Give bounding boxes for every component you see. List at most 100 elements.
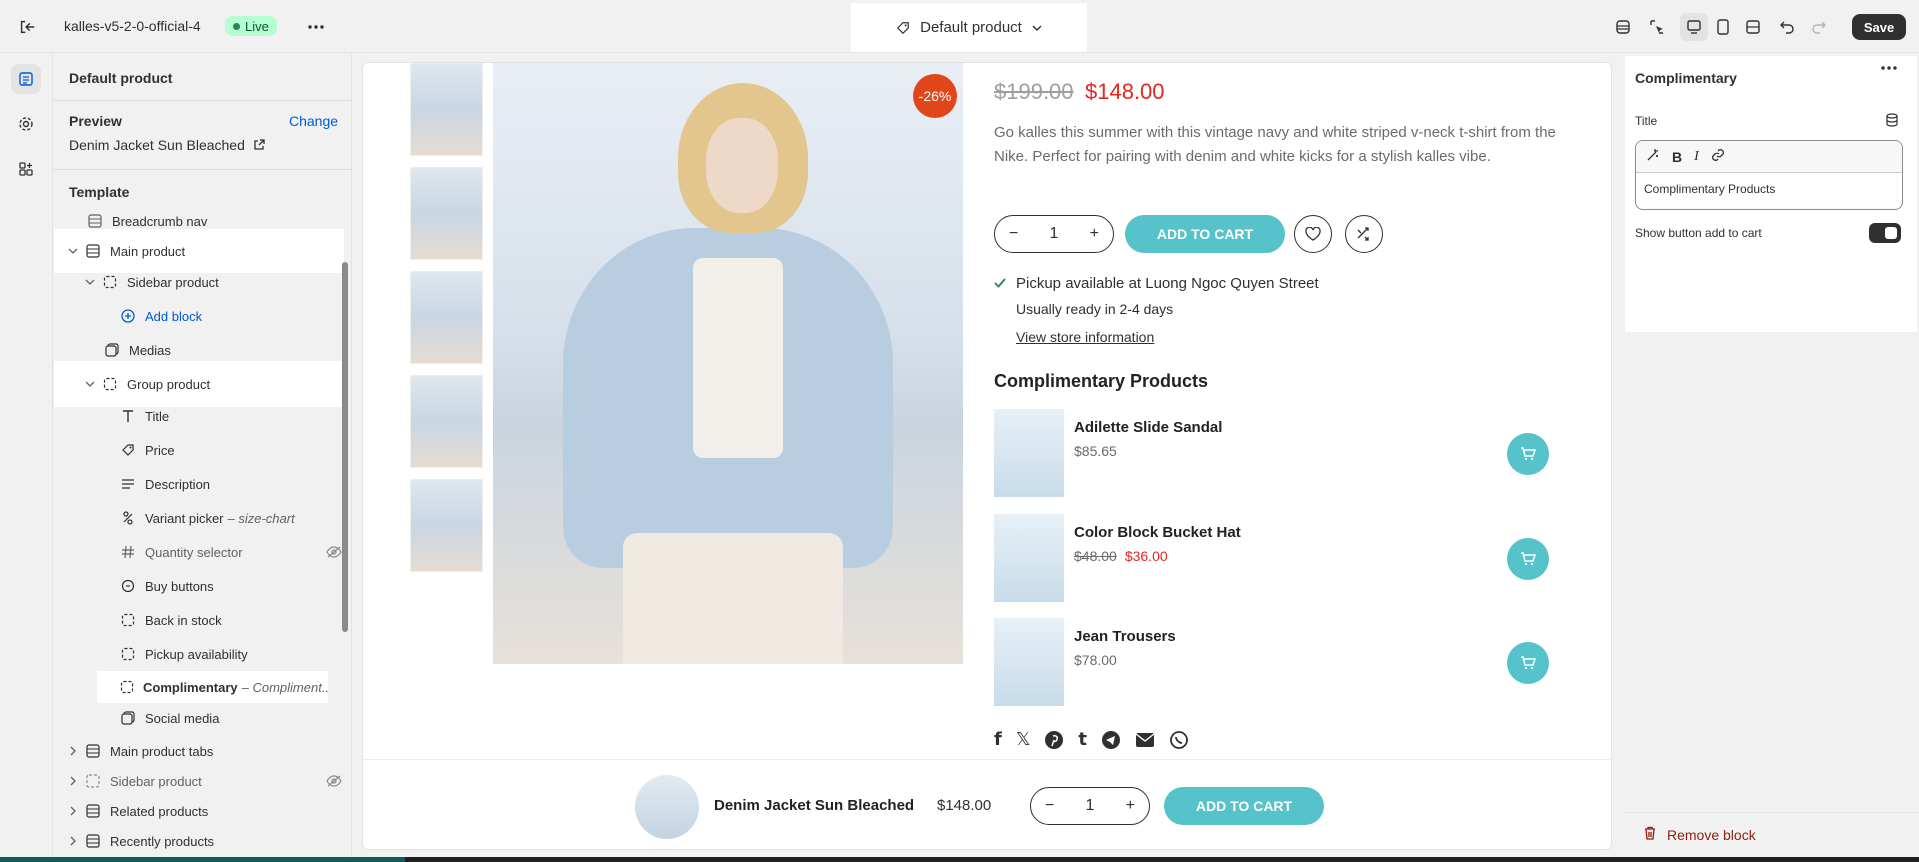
plus-icon[interactable]: + xyxy=(1126,797,1135,815)
chevron-right-icon[interactable] xyxy=(67,836,79,846)
email-icon[interactable] xyxy=(1135,732,1155,748)
product-name[interactable]: Adilette Slide Sandal xyxy=(1074,419,1222,436)
pinterest-icon[interactable] xyxy=(1044,730,1064,750)
hidden-eye-icon[interactable] xyxy=(326,775,342,787)
compare-shuffle-icon[interactable] xyxy=(1345,215,1383,253)
mobile-view-icon[interactable] xyxy=(1712,16,1734,38)
magic-format-icon[interactable] xyxy=(1646,148,1660,165)
buy-button-icon xyxy=(120,578,136,594)
chevron-down-icon[interactable] xyxy=(84,279,96,285)
exit-icon[interactable] xyxy=(16,16,38,38)
chevron-down-icon[interactable] xyxy=(67,248,79,254)
sidebar-scrollbar[interactable] xyxy=(342,262,348,632)
sticky-add-to-cart-button[interactable]: ADD TO CART xyxy=(1164,787,1324,825)
tree-item-medias[interactable]: Medias xyxy=(104,337,171,363)
bold-icon[interactable]: B xyxy=(1672,149,1682,165)
tree-item-price[interactable]: Price xyxy=(120,437,175,463)
quantity-value[interactable]: 1 xyxy=(1086,797,1095,815)
dynamic-source-icon[interactable] xyxy=(1885,113,1899,127)
tree-item-back-in-stock[interactable]: Back in stock xyxy=(120,607,222,633)
complimentary-item[interactable]: Jean Trousers $78.00 xyxy=(994,618,1594,708)
product-name[interactable]: Jean Trousers xyxy=(1074,628,1176,645)
tree-item-related-products[interactable]: Related products xyxy=(67,798,208,824)
tree-item-social-media[interactable]: Social media xyxy=(120,705,219,731)
tree-item-recently-products[interactable]: Recently products xyxy=(67,828,214,854)
tree-item-group-product[interactable]: Group product xyxy=(54,361,342,407)
product-price: $48.00 $36.00 xyxy=(1074,548,1168,564)
chevron-down-icon[interactable] xyxy=(84,381,96,387)
show-add-to-cart-toggle[interactable] xyxy=(1869,223,1901,243)
plus-icon[interactable]: + xyxy=(1090,225,1099,243)
tree-item-sidebar-product[interactable]: Sidebar product xyxy=(84,269,219,295)
preview-product[interactable]: Denim Jacket Sun Bleached xyxy=(69,137,265,153)
bottom-strip-accent xyxy=(0,857,405,862)
section-icon xyxy=(85,743,101,759)
chevron-right-icon[interactable] xyxy=(67,776,79,786)
thumbnail[interactable] xyxy=(410,63,483,156)
title-field-label: Title xyxy=(1635,114,1658,128)
tree-item-variant-picker[interactable]: Variant picker – size-chart xyxy=(120,505,295,531)
settings-gear-icon[interactable] xyxy=(11,109,41,139)
link-icon[interactable] xyxy=(1711,148,1725,165)
desktop-view-icon[interactable] xyxy=(1680,13,1708,41)
facebook-icon[interactable]: f xyxy=(994,729,1002,750)
product-name[interactable]: Color Block Bucket Hat xyxy=(1074,524,1241,541)
product-thumbnail[interactable] xyxy=(994,514,1064,602)
undo-icon[interactable] xyxy=(1776,16,1798,38)
chevron-right-icon[interactable] xyxy=(67,806,79,816)
apps-icon[interactable] xyxy=(11,154,41,184)
thumbnail[interactable] xyxy=(410,375,483,468)
tree-item-main-product-tabs[interactable]: Main product tabs xyxy=(67,738,213,764)
tree-item-title[interactable]: Title xyxy=(120,403,169,429)
add-to-cart-icon[interactable] xyxy=(1507,642,1549,684)
thumbnail[interactable] xyxy=(410,271,483,364)
more-icon[interactable] xyxy=(304,15,328,39)
database-icon[interactable] xyxy=(1612,16,1634,38)
add-block-button[interactable]: Add block xyxy=(120,303,202,329)
fullscreen-icon[interactable] xyxy=(1742,16,1764,38)
inspector-icon[interactable] xyxy=(1646,16,1668,38)
add-to-cart-icon[interactable] xyxy=(1507,538,1549,580)
thumbnail[interactable] xyxy=(410,167,483,260)
save-button[interactable]: Save xyxy=(1852,14,1906,40)
tumblr-icon[interactable]: t xyxy=(1078,729,1087,750)
title-input[interactable]: Complimentary Products xyxy=(1636,173,1902,205)
add-to-cart-button[interactable]: ADD TO CART xyxy=(1125,215,1285,253)
x-twitter-icon[interactable]: 𝕏 xyxy=(1016,729,1031,750)
store-info-link[interactable]: View store information xyxy=(1016,329,1154,345)
product-thumbnail[interactable] xyxy=(994,618,1064,706)
tree-item-main-product[interactable]: Main product xyxy=(54,229,344,273)
more-icon[interactable] xyxy=(1881,66,1897,70)
main-product-image[interactable] xyxy=(493,63,963,664)
complimentary-products-block[interactable]: Complimentary Products Adilette Slide Sa… xyxy=(966,359,1596,727)
tree-label: Quantity selector xyxy=(145,544,243,560)
redo-icon[interactable] xyxy=(1808,16,1830,38)
wishlist-heart-icon[interactable] xyxy=(1294,215,1332,253)
sections-icon[interactable] xyxy=(11,64,41,94)
change-link[interactable]: Change xyxy=(289,113,338,129)
complimentary-item[interactable]: Color Block Bucket Hat $48.00 $36.00 xyxy=(994,514,1594,604)
italic-icon[interactable]: I xyxy=(1694,149,1699,165)
tree-item-pickup-availability[interactable]: Pickup availability xyxy=(120,641,248,667)
remove-block-button[interactable]: Remove block xyxy=(1643,826,1756,843)
chevron-right-icon[interactable] xyxy=(67,746,79,756)
template-selector[interactable]: Default product xyxy=(851,3,1087,52)
tree-item-complimentary[interactable]: Complimentary – Compliment... xyxy=(97,671,328,703)
tree-item-sidebar-product-hidden[interactable]: Sidebar product xyxy=(67,768,342,794)
tree-item-quantity-selector[interactable]: Quantity selector xyxy=(120,539,342,565)
minus-icon[interactable]: − xyxy=(1045,797,1054,815)
tree-item-buy-buttons[interactable]: Buy buttons xyxy=(120,573,214,599)
tree-item-description[interactable]: Description xyxy=(120,471,210,497)
complimentary-item[interactable]: Adilette Slide Sandal $85.65 xyxy=(994,409,1594,499)
whatsapp-icon[interactable] xyxy=(1169,730,1189,750)
minus-icon[interactable]: − xyxy=(1009,225,1018,243)
thumbnail[interactable] xyxy=(410,479,483,572)
add-to-cart-icon[interactable] xyxy=(1507,433,1549,475)
product-thumbnail[interactable] xyxy=(994,409,1064,497)
telegram-icon[interactable] xyxy=(1101,730,1121,750)
tag-icon xyxy=(896,21,910,35)
external-link-icon[interactable] xyxy=(253,139,265,151)
quantity-value[interactable]: 1 xyxy=(1050,225,1059,243)
rich-text-editor[interactable]: B I Complimentary Products xyxy=(1635,140,1903,210)
hidden-eye-icon[interactable] xyxy=(326,546,342,558)
